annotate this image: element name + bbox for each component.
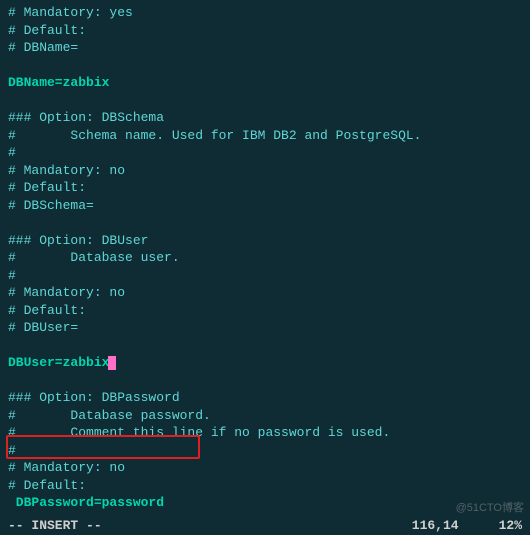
vim-mode-indicator: -- INSERT -- bbox=[8, 517, 102, 535]
cursor-position: 116,14 bbox=[412, 517, 459, 535]
editor-line bbox=[8, 92, 530, 110]
editor-line: ### Option: DBSchema bbox=[8, 109, 530, 127]
editor-line: # bbox=[8, 267, 530, 285]
editor-line: # Mandatory: no bbox=[8, 162, 530, 180]
editor-line: # Database user. bbox=[8, 249, 530, 267]
editor-line: # Comment this line if no password is us… bbox=[8, 424, 530, 442]
editor-line: # bbox=[8, 442, 530, 460]
editor-line bbox=[8, 214, 530, 232]
editor-line: # Schema name. Used for IBM DB2 and Post… bbox=[8, 127, 530, 145]
editor-line: # Default: bbox=[8, 22, 530, 40]
text-cursor bbox=[108, 356, 116, 370]
editor-line bbox=[8, 57, 530, 75]
editor-line: # Default: bbox=[8, 477, 530, 495]
watermark: @51CTO博客 bbox=[456, 500, 524, 518]
editor-line: ### Option: DBUser bbox=[8, 232, 530, 250]
editor-line: # Mandatory: yes bbox=[8, 4, 530, 22]
editor-line: DBName=zabbix bbox=[8, 74, 530, 92]
editor-line: # Mandatory: no bbox=[8, 284, 530, 302]
editor-line: # Default: bbox=[8, 179, 530, 197]
editor-line: # Default: bbox=[8, 302, 530, 320]
editor-viewport[interactable]: # Mandatory: yes# Default:# DBName= DBNa… bbox=[0, 0, 530, 535]
editor-line: ### Option: DBPassword bbox=[8, 389, 530, 407]
editor-line: # DBUser= bbox=[8, 319, 530, 337]
editor-line bbox=[8, 372, 530, 390]
vim-status-bar: -- INSERT -- 116,14 12% bbox=[0, 517, 530, 535]
editor-line: DBPassword=password bbox=[8, 494, 530, 512]
editor-line: # DBName= bbox=[8, 39, 530, 57]
scroll-percent: 12% bbox=[499, 517, 522, 535]
editor-line: # Database password. bbox=[8, 407, 530, 425]
editor-line: # Mandatory: no bbox=[8, 459, 530, 477]
editor-line: # DBSchema= bbox=[8, 197, 530, 215]
editor-line: # bbox=[8, 144, 530, 162]
editor-line bbox=[8, 337, 530, 355]
editor-line: DBUser=zabbix bbox=[8, 354, 530, 372]
